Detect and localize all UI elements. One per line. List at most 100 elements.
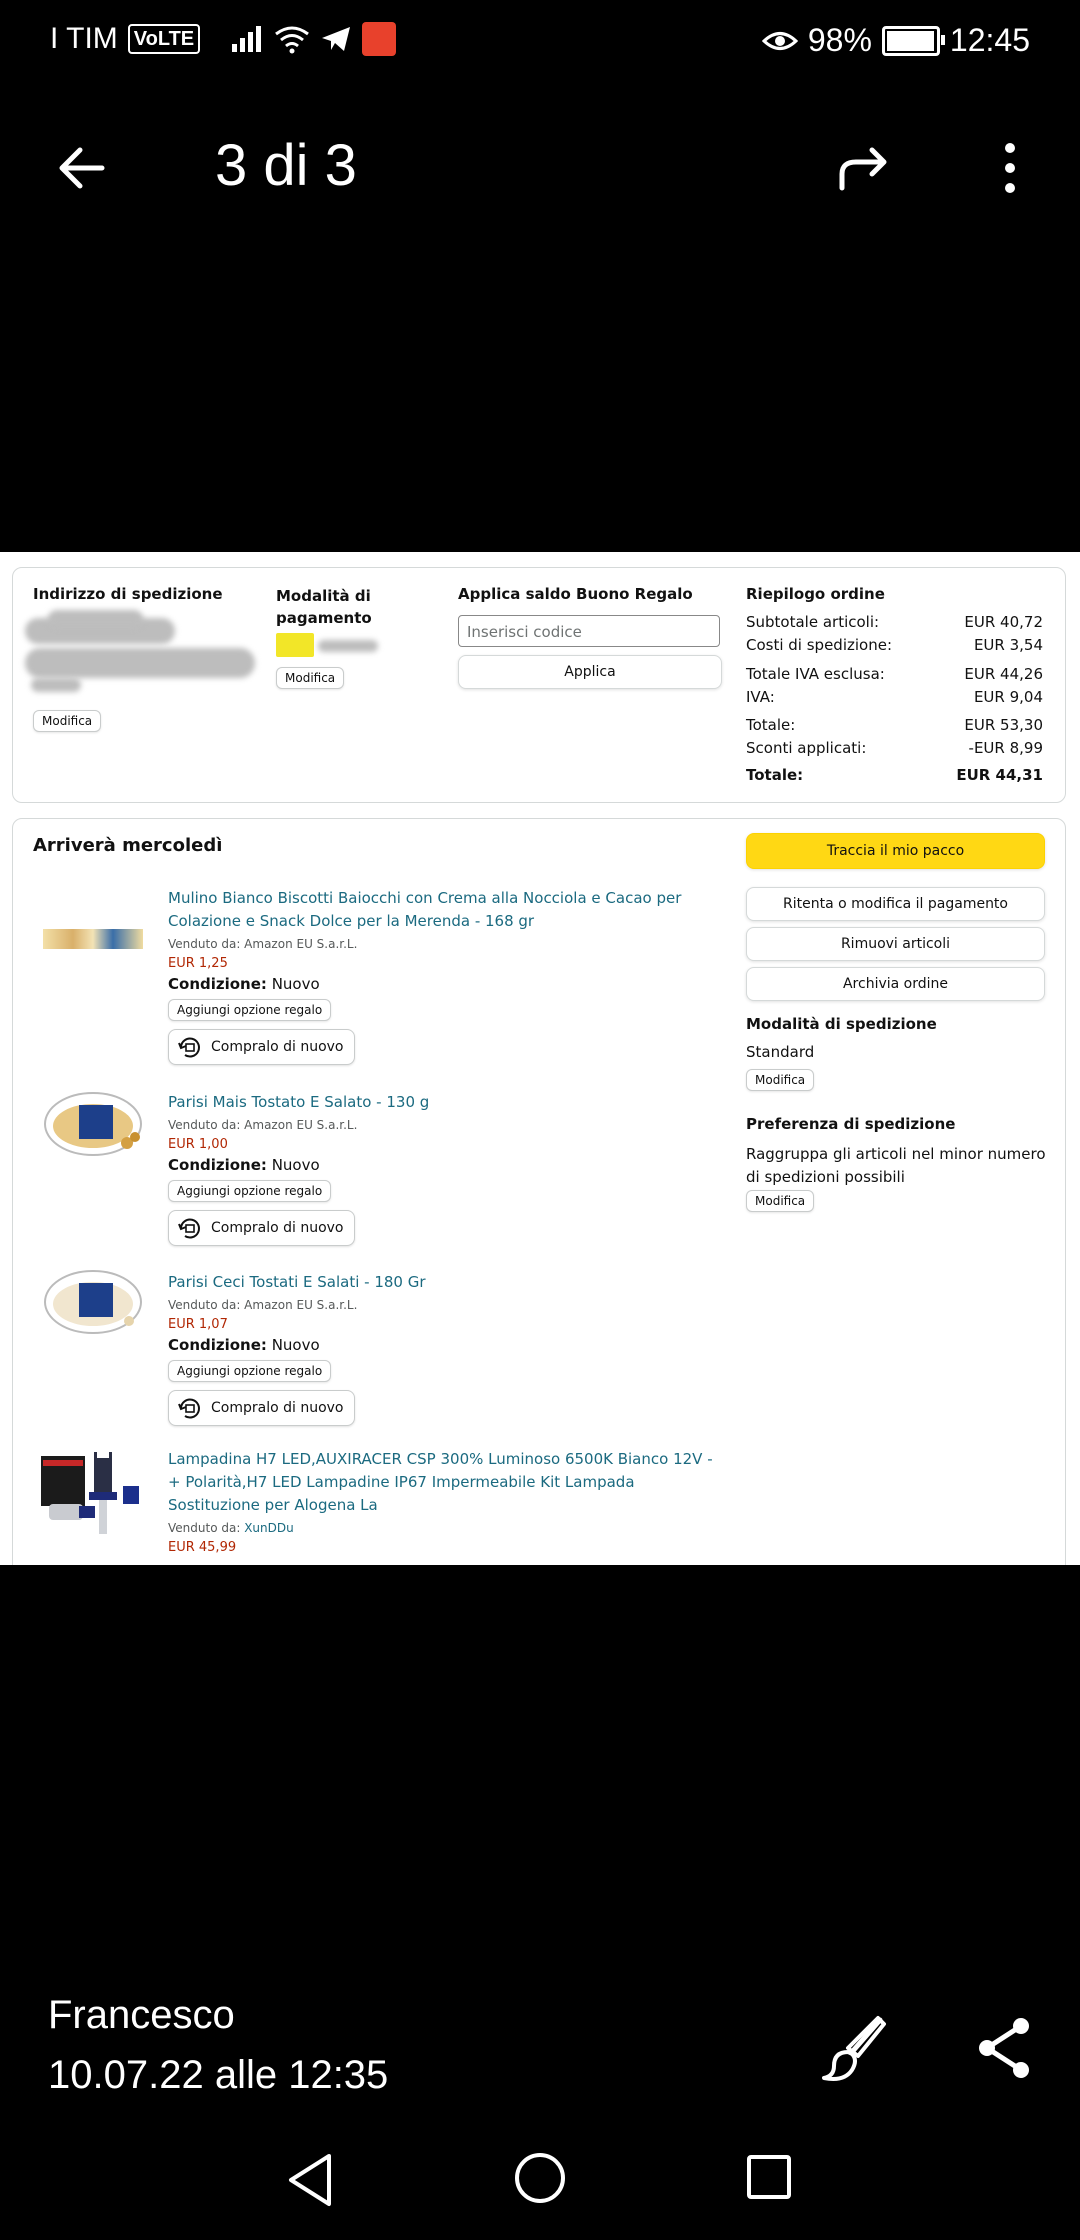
status-right: 98% 12:45 [761,22,1030,59]
summary-value: EUR 44,31 [956,766,1043,784]
clock: 12:45 [949,22,1030,58]
condition: Condizione: Nuovo [168,1156,728,1174]
status-bar: I TIM VoLTE 98% 12:45 [0,0,1080,80]
product-image[interactable] [43,1269,148,1335]
redacted-card-number [318,640,378,652]
buy-again-button[interactable]: Compralo di nuovo [168,1390,355,1426]
carrier-name: I TIM [50,22,118,55]
volte-badge: VoLTE [127,24,201,54]
retry-payment-button[interactable]: Ritenta o modifica il pagamento [746,887,1045,921]
seller-link[interactable]: XunDDu [244,1521,294,1535]
gift-card-title: Applica saldo Buono Regalo [458,585,693,603]
product-image[interactable] [43,1091,148,1157]
buy-again-icon [178,1398,200,1419]
summary-label: Totale IVA esclusa: [746,665,885,683]
summary-row: Totale: EUR 53,30 [746,716,1043,734]
condition-label: Condizione: [168,975,267,993]
seller-prefix: Venduto da: [168,1521,245,1535]
signal-icon [232,26,262,52]
edit-payment-button[interactable]: Modifica [276,667,345,689]
shipping-preference-value: Raggruppa gli articoli nel minor numero … [746,1145,1046,1186]
nav-recents-icon[interactable] [746,2154,792,2200]
apply-gift-button[interactable]: Applica [458,655,722,689]
summary-label: Subtotale articoli: [746,613,880,631]
track-package-button[interactable]: Traccia il mio pacco [746,833,1045,869]
card-icon [276,633,314,657]
edit-shipping-preference-button[interactable]: Modifica [746,1190,815,1212]
seller: Venduto da: Amazon EU S.a.r.L. [168,937,358,951]
shipping-address-title: Indirizzo di spedizione [33,585,223,603]
summary-row: Totale IVA esclusa: EUR 44,26 [746,665,1043,683]
condition-label: Condizione: [168,1156,267,1174]
order-item: Parisi Mais Tostato E Salato - 130 g Ven… [168,1091,728,1246]
edit-address-button[interactable]: Modifica [33,710,102,732]
buy-again-button[interactable]: Compralo di nuovo [168,1029,355,1065]
nav-home-icon[interactable] [514,2152,566,2204]
summary-label: IVA: [746,688,775,706]
product-image[interactable] [39,1446,144,1546]
price: EUR 1,25 [168,956,228,971]
edit-shipping-mode-button[interactable]: Modifica [746,1069,815,1091]
summary-label: Totale: [746,716,796,734]
summary-title: Riepilogo ordine [746,585,885,603]
condition-value: Nuovo [271,975,320,993]
seller: Venduto da: Amazon EU S.a.r.L. [168,1298,358,1312]
edit-brush-icon[interactable] [818,2012,890,2084]
summary-label: Sconti applicati: [746,739,867,757]
redacted-address [48,610,143,628]
battery-percent: 98% [807,22,872,58]
product-image[interactable] [43,929,143,949]
shipment-panel: Arriverà mercoledì Traccia il mio pacco … [12,818,1066,1565]
add-gift-option-button[interactable]: Aggiungi opzione regalo [168,1360,332,1382]
buy-again-button[interactable]: Compralo di nuovo [168,1210,355,1246]
share-icon[interactable] [975,2012,1035,2084]
archive-order-button[interactable]: Archivia ordine [746,967,1045,1001]
battery-icon [881,25,945,56]
back-arrow-icon[interactable] [50,138,120,198]
nav-back-icon[interactable] [285,2152,335,2208]
product-title-link[interactable]: Lampadina H7 LED,AUXIRACER CSP 300% Lumi… [168,1448,728,1517]
condition-value: Nuovo [271,1156,320,1174]
wifi-icon [275,26,310,54]
remove-items-button[interactable]: Rimuovi articoli [746,927,1045,961]
condition-label: Condizione: [168,1336,267,1354]
order-item: Parisi Ceci Tostati E Salati - 180 Gr Ve… [168,1271,728,1426]
summary-row: Costi di spedizione: EUR 3,54 [746,636,1043,654]
more-options-icon[interactable] [990,138,1030,198]
shipping-preference-title: Preferenza di spedizione [746,1115,956,1133]
product-title-link[interactable]: Mulino Bianco Biscotti Baiocchi con Crem… [168,887,728,933]
product-title-link[interactable]: Parisi Ceci Tostati E Salati - 180 Gr [168,1271,728,1294]
condition-value: Nuovo [271,1336,320,1354]
sender-name: Francesco [48,1993,235,2037]
telegram-icon [322,27,351,51]
price: EUR 1,07 [168,1317,228,1332]
summary-value: EUR 40,72 [964,613,1043,631]
add-gift-option-button[interactable]: Aggiungi opzione regalo [168,999,332,1021]
add-gift-option-button[interactable]: Aggiungi opzione regalo [168,1180,332,1202]
summary-value: EUR 9,04 [973,688,1043,706]
seller: Venduto da: Amazon EU S.a.r.L. [168,1118,358,1132]
condition: Condizione: Nuovo [168,1336,728,1354]
eye-comfort-icon [761,31,798,50]
shipping-mode-title: Modalità di spedizione [746,1015,937,1033]
redacted-address [25,648,255,678]
condition: Condizione: Nuovo [168,975,728,993]
sent-date: 10.07.22 alle 12:35 [48,2053,389,2097]
summary-label: Costi di spedizione: [746,636,893,654]
summary-label: Totale: [746,766,804,784]
shared-image[interactable]: Indirizzo di spedizione Modifica Modalit… [0,552,1080,1565]
shipping-mode-value: Standard [746,1043,815,1061]
app-notification-icon [362,22,397,56]
viewer-top-bar: 3 di 3 [0,120,1080,210]
summary-row: Subtotale articoli: EUR 40,72 [746,613,1043,631]
buy-again-icon [178,1037,200,1058]
order-item: Lampadina H7 LED,AUXIRACER CSP 300% Lumi… [168,1448,728,1555]
gift-code-input[interactable]: Inserisci codice [458,615,720,647]
payment-method-title: Modalità di pagamento [276,587,372,627]
summary-row: Sconti applicati: -EUR 8,99 [746,739,1043,757]
product-title-link[interactable]: Parisi Mais Tostato E Salato - 130 g [168,1091,728,1114]
forward-icon[interactable] [832,138,896,198]
image-counter: 3 di 3 [215,133,357,198]
summary-value: -EUR 8,99 [968,739,1043,757]
summary-row: Totale: EUR 44,31 [746,766,1043,784]
